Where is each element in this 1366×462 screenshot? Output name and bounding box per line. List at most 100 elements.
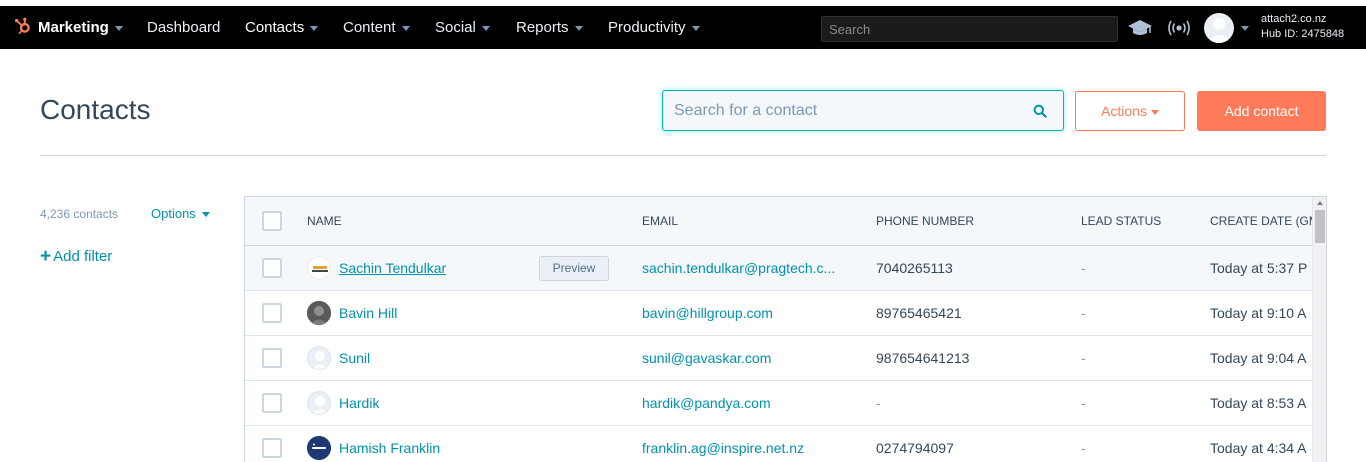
table-header: NAME EMAIL PHONE NUMBER LEAD STATUS CREA… <box>245 197 1326 246</box>
contact-create-date: Today at 9:10 A <box>1210 305 1307 321</box>
contact-lead-status: - <box>1081 260 1086 276</box>
nav-item-label: Productivity <box>608 19 686 36</box>
row-checkbox[interactable] <box>262 258 282 278</box>
contacts-table: NAME EMAIL PHONE NUMBER LEAD STATUS CREA… <box>244 196 1327 462</box>
person-photo-icon <box>307 301 331 325</box>
nav-reports[interactable]: Reports <box>516 6 583 49</box>
chevron-down-icon <box>1150 109 1159 115</box>
hub-id: Hub ID: 2475848 <box>1261 28 1345 40</box>
contact-email[interactable]: hardik@pandya.com <box>642 381 847 426</box>
preview-button[interactable]: Preview <box>539 256 609 281</box>
default-avatar <box>307 391 331 415</box>
nav-marketing-menu[interactable]: Marketing <box>14 6 123 49</box>
add-contact-button[interactable]: Add contact <box>1197 91 1326 131</box>
contact-name-link[interactable]: Hamish Franklin <box>339 426 440 462</box>
options-dropdown[interactable]: Options <box>151 206 210 221</box>
contact-lead-status: - <box>1081 440 1086 456</box>
top-navigation-bar: Marketing Dashboard Contacts Content Soc… <box>0 6 1366 49</box>
company-logo-avatar <box>307 256 331 280</box>
inspire-logo-avatar <box>307 436 331 460</box>
contact-name-link[interactable]: Hardik <box>339 381 379 426</box>
column-header-name[interactable]: NAME <box>307 197 342 246</box>
user-silhouette-icon <box>311 351 329 369</box>
contact-search-input[interactable] <box>663 91 1023 130</box>
select-all-checkbox[interactable] <box>262 211 282 231</box>
nav-social[interactable]: Social <box>435 6 490 49</box>
nav-contacts[interactable]: Contacts <box>245 6 319 49</box>
add-filter-link[interactable]: + Add filter <box>40 246 112 268</box>
chevron-down-icon <box>201 212 210 218</box>
contact-phone: 987654641213 <box>876 350 970 366</box>
photo-avatar <box>307 301 331 325</box>
chevron-down-icon <box>310 25 319 31</box>
contact-name-link[interactable]: Bavin Hill <box>339 291 397 336</box>
scroll-up-arrow-icon[interactable] <box>1317 201 1323 205</box>
contact-create-date: Today at 4:34 A <box>1210 440 1307 456</box>
contact-create-date: Today at 9:04 A <box>1210 350 1307 366</box>
global-search <box>821 16 1118 42</box>
default-avatar <box>307 346 331 370</box>
search-icon[interactable] <box>1033 104 1047 118</box>
contact-phone: 0274794097 <box>876 440 954 456</box>
nav-productivity[interactable]: Productivity <box>608 6 700 49</box>
table-row[interactable]: Bavin Hill bavin@hillgroup.com 897654654… <box>245 291 1312 336</box>
account-info[interactable]: attach2.co.nz Hub ID: 2475848 <box>1261 12 1344 42</box>
column-header-phone[interactable]: PHONE NUMBER <box>876 197 974 246</box>
graduation-cap-icon[interactable] <box>1127 18 1153 38</box>
row-checkbox[interactable] <box>262 303 282 323</box>
actions-button-label: Actions <box>1101 103 1147 119</box>
account-name: attach2.co.nz <box>1261 13 1327 25</box>
contact-lead-status: - <box>1081 395 1086 411</box>
chevron-down-icon <box>401 25 410 31</box>
nav-content[interactable]: Content <box>343 6 410 49</box>
chevron-down-icon <box>481 25 490 31</box>
table-row[interactable]: Sachin Tendulkar Preview sachin.tendulka… <box>245 246 1312 291</box>
nav-item-label: Content <box>343 19 396 36</box>
contact-email[interactable]: franklin.ag@inspire.net.nz <box>642 426 847 462</box>
scrollbar-thumb[interactable] <box>1315 210 1325 243</box>
column-header-lead-status[interactable]: LEAD STATUS <box>1081 197 1161 246</box>
contact-name-link[interactable]: Sunil <box>339 336 370 381</box>
nav-item-label: Dashboard <box>147 19 221 36</box>
plus-icon: + <box>40 246 52 267</box>
table-scrollbar[interactable] <box>1312 197 1326 462</box>
column-header-email[interactable]: EMAIL <box>642 197 678 246</box>
contact-email[interactable]: sachin.tendulkar@pragtech.c... <box>642 246 847 291</box>
header-divider <box>40 155 1326 156</box>
contact-search-box <box>662 90 1064 131</box>
chevron-down-icon <box>114 25 123 31</box>
contact-name-link[interactable]: Sachin Tendulkar <box>339 246 446 291</box>
contact-email[interactable]: bavin@hillgroup.com <box>642 291 847 336</box>
hubspot-sprocket-icon <box>14 17 30 35</box>
page-title: Contacts <box>40 94 151 125</box>
row-checkbox[interactable] <box>262 438 282 458</box>
column-header-create-date[interactable]: CREATE DATE (GMT <box>1210 197 1326 246</box>
row-checkbox[interactable] <box>262 393 282 413</box>
table-row[interactable]: Sunil sunil@gavaskar.com 987654641213 - … <box>245 336 1312 381</box>
logo-icon <box>312 266 328 272</box>
inspire-logo-icon <box>307 436 331 460</box>
nav-item-label: Reports <box>516 19 569 36</box>
chevron-down-icon <box>574 25 583 31</box>
actions-dropdown-button[interactable]: Actions <box>1075 91 1185 131</box>
table-row[interactable]: Hamish Franklin franklin.ag@inspire.net.… <box>245 426 1312 462</box>
contact-phone: 7040265113 <box>876 260 953 276</box>
nav-item-label: Contacts <box>245 19 305 36</box>
contact-email[interactable]: sunil@gavaskar.com <box>642 336 847 381</box>
contact-create-date: Today at 5:37 P <box>1210 260 1308 276</box>
global-search-input[interactable] <box>822 17 1117 41</box>
row-checkbox[interactable] <box>262 348 282 368</box>
broadcast-icon[interactable] <box>1167 18 1191 38</box>
table-row[interactable]: Hardik hardik@pandya.com - - Today at 8:… <box>245 381 1312 426</box>
contact-create-date: Today at 8:53 A <box>1210 395 1307 411</box>
contact-phone: - <box>876 395 881 411</box>
nav-item-label: Social <box>435 19 476 36</box>
user-avatar[interactable] <box>1204 13 1234 43</box>
account-chevron-down-icon[interactable] <box>1241 26 1249 31</box>
contact-phone: 89765465421 <box>876 305 962 321</box>
nav-dashboard[interactable]: Dashboard <box>147 6 220 49</box>
add-filter-label: Add filter <box>53 248 113 265</box>
contact-lead-status: - <box>1081 305 1086 321</box>
user-silhouette-icon <box>1207 18 1231 43</box>
chevron-down-icon <box>691 25 700 31</box>
